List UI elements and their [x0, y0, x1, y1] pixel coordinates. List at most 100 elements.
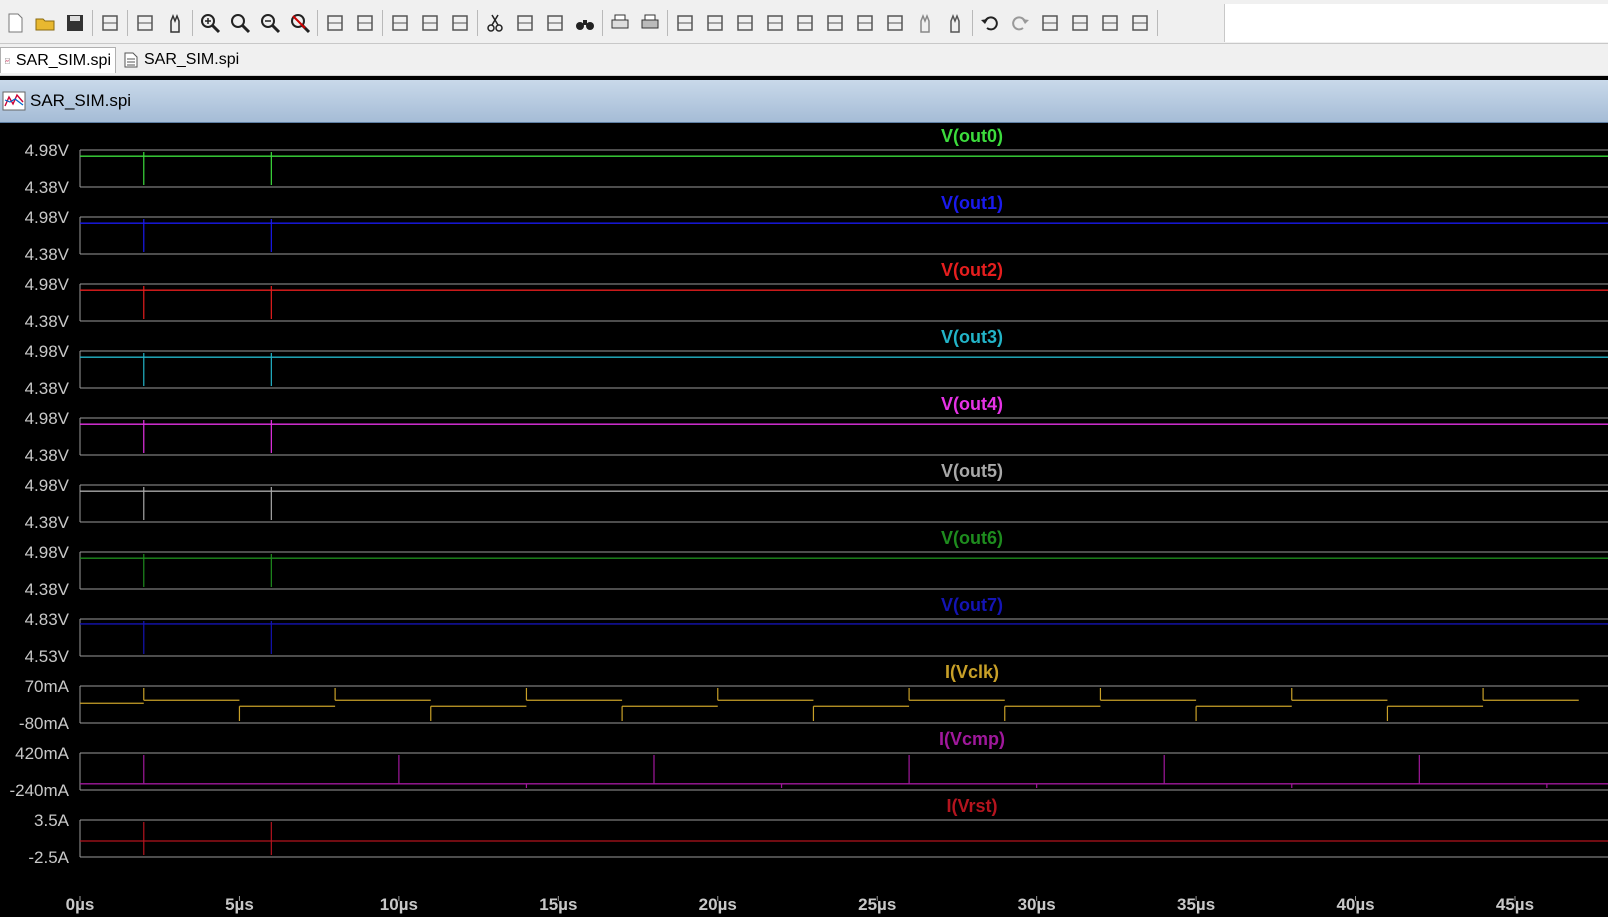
trace-name: I(Vclk) — [945, 662, 999, 682]
new-icon[interactable] — [0, 8, 30, 38]
tab-waveform[interactable]: SAR_SIM.spi — [0, 47, 116, 73]
x-tick-label: 20µs — [699, 895, 737, 914]
x-tick-label: 45µs — [1496, 895, 1534, 914]
tile-horizontal-icon[interactable] — [445, 8, 475, 38]
spice-directive-icon[interactable] — [1125, 8, 1155, 38]
text-icon[interactable] — [1095, 8, 1125, 38]
y-min-label: -240mA — [9, 781, 69, 800]
y-max-label: 4.98V — [25, 409, 70, 428]
print-setup-icon[interactable] — [635, 8, 665, 38]
mirror-icon[interactable] — [1065, 8, 1095, 38]
toolbar-buttons — [0, 6, 1160, 40]
y-max-label: 4.98V — [25, 275, 70, 294]
trace-name: I(Vcmp) — [939, 729, 1005, 749]
toolbar-separator — [1157, 10, 1158, 36]
y-min-label: 4.38V — [25, 513, 70, 532]
cut-icon[interactable] — [480, 8, 510, 38]
autorange-icon[interactable] — [320, 8, 350, 38]
draw-wire-icon[interactable] — [670, 8, 700, 38]
trace-name: V(out3) — [941, 327, 1003, 347]
main-toolbar — [0, 0, 1608, 44]
find-icon[interactable] — [570, 8, 600, 38]
zoom-cancel-icon[interactable] — [285, 8, 315, 38]
y-max-label: 4.98V — [25, 476, 70, 495]
waveform-viewer[interactable]: 4.98V 4.38V V(out0) 4.98V 4.38V V(out1) 4.98V 4… — [0, 123, 1608, 917]
y-max-label: 4.98V — [25, 342, 70, 361]
x-tick-label: 15µs — [539, 895, 577, 914]
x-tick-label: 5µs — [225, 895, 254, 914]
save-icon[interactable] — [60, 8, 90, 38]
y-min-label: 4.38V — [25, 580, 70, 599]
document-title-bar: SAR_SIM.spi — [0, 80, 1608, 123]
trace-name: V(out4) — [941, 394, 1003, 414]
toolbar-separator — [192, 10, 193, 36]
waveform-icon — [5, 57, 10, 64]
halt-icon[interactable] — [160, 8, 190, 38]
component-icon[interactable] — [880, 8, 910, 38]
rotate-icon[interactable] — [1035, 8, 1065, 38]
document-icon — [124, 52, 138, 68]
print-icon[interactable] — [605, 8, 635, 38]
trace-name: V(out0) — [941, 126, 1003, 146]
tile-vertical-icon[interactable] — [385, 8, 415, 38]
move-icon[interactable] — [910, 8, 940, 38]
tab-netlist[interactable]: SAR_SIM.spi — [120, 47, 244, 73]
resistor-icon[interactable] — [760, 8, 790, 38]
undo-icon[interactable] — [975, 8, 1005, 38]
toolbar-separator — [92, 10, 93, 36]
zoom-out-icon[interactable] — [255, 8, 285, 38]
y-max-label: 4.83V — [25, 610, 70, 629]
y-max-label: 3.5A — [34, 811, 70, 830]
x-tick-label: 25µs — [858, 895, 896, 914]
manual-limits-icon[interactable] — [350, 8, 380, 38]
waveform-icon — [2, 91, 26, 111]
cascade-icon[interactable] — [415, 8, 445, 38]
y-min-label: -80mA — [19, 714, 70, 733]
toolbar-separator — [972, 10, 973, 36]
copy-icon[interactable] — [510, 8, 540, 38]
tab-bar: SAR_SIM.spi SAR_SIM.spi — [0, 44, 1608, 76]
trace-line — [80, 688, 1579, 721]
toolbar-separator — [667, 10, 668, 36]
x-tick-label: 30µs — [1018, 895, 1056, 914]
x-tick-label: 40µs — [1336, 895, 1374, 914]
x-tick-label: 0µs — [66, 895, 95, 914]
toolbar-empty-area — [1224, 4, 1608, 42]
trace-name: I(Vrst) — [946, 796, 997, 816]
y-max-label: 4.98V — [25, 141, 70, 160]
y-max-label: 70mA — [25, 677, 70, 696]
open-icon[interactable] — [30, 8, 60, 38]
y-min-label: 4.53V — [25, 647, 70, 666]
trace-name: V(out1) — [941, 193, 1003, 213]
toolbar-separator — [602, 10, 603, 36]
y-min-label: 4.38V — [25, 379, 70, 398]
diode-icon[interactable] — [850, 8, 880, 38]
y-max-label: 4.98V — [25, 543, 70, 562]
trace-name: V(out6) — [941, 528, 1003, 548]
x-tick-label: 10µs — [380, 895, 418, 914]
inductor-icon[interactable] — [820, 8, 850, 38]
drag-icon[interactable] — [940, 8, 970, 38]
document-title: SAR_SIM.spi — [30, 91, 132, 110]
toolbar-separator — [127, 10, 128, 36]
run-icon[interactable] — [130, 8, 160, 38]
capacitor-icon[interactable] — [790, 8, 820, 38]
ground-icon[interactable] — [700, 8, 730, 38]
tab-label: SAR_SIM.spi — [144, 51, 240, 68]
y-min-label: 4.38V — [25, 312, 70, 331]
control-panel-icon[interactable] — [95, 8, 125, 38]
redo-icon[interactable] — [1005, 8, 1035, 38]
x-tick-label: 35µs — [1177, 895, 1215, 914]
label-net-icon[interactable] — [730, 8, 760, 38]
y-min-label: -2.5A — [28, 848, 69, 867]
toolbar-separator — [382, 10, 383, 36]
waveform-plot[interactable]: 4.98V 4.38V V(out0) 4.98V 4.38V V(out1) 4.98V 4… — [0, 123, 1608, 917]
toolbar-separator — [477, 10, 478, 36]
zoom-in-icon[interactable] — [195, 8, 225, 38]
trace-name: V(out7) — [941, 595, 1003, 615]
y-min-label: 4.38V — [25, 178, 70, 197]
zoom-area-icon[interactable] — [225, 8, 255, 38]
trace-name: V(out5) — [941, 461, 1003, 481]
y-max-label: 4.98V — [25, 208, 70, 227]
paste-icon[interactable] — [540, 8, 570, 38]
